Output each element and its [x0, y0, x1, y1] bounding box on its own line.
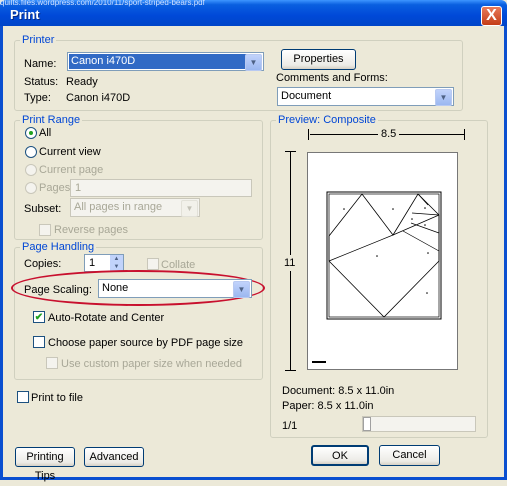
ok-button[interactable]: OK: [311, 445, 369, 466]
collate-label: Collate: [161, 259, 196, 271]
document-size-info: Document: 8.5 x 11.0in: [282, 385, 395, 397]
preview-legend: Preview: Composite: [276, 114, 378, 126]
window-title: Print: [10, 7, 40, 22]
reverse-pages-label: Reverse pages: [54, 224, 128, 236]
subset-label: Subset:: [24, 203, 62, 215]
choose-paper-label: Choose paper source by PDF page size: [48, 337, 244, 349]
pages-label: Pages: [39, 182, 71, 194]
chevron-down-icon[interactable]: ▼: [245, 54, 262, 71]
width-dimension-tick-left: [308, 129, 309, 140]
properties-button[interactable]: Properties: [281, 49, 356, 70]
advanced-button[interactable]: Advanced: [84, 447, 144, 467]
page-counter: 1/1: [282, 420, 298, 432]
current-page-label: Current page: [39, 164, 104, 176]
printing-tips-button[interactable]: Printing Tips: [15, 447, 75, 482]
type-value: Canon i470D: [66, 92, 131, 104]
pages-input[interactable]: 1: [70, 179, 252, 197]
auto-rotate-label: Auto-Rotate and Center: [48, 312, 165, 324]
pages-input-value: 1: [75, 182, 82, 194]
height-dimension-tick-top: [285, 151, 296, 152]
quilt-pattern-drawing: [312, 191, 442, 363]
chevron-down-icon[interactable]: ▼: [435, 89, 452, 106]
printer-name-value: Canon i470D: [71, 55, 136, 67]
custom-paper-label: Use custom paper size when needed: [61, 358, 242, 370]
page-slider-track[interactable]: [362, 416, 476, 432]
page-preview: [307, 152, 458, 370]
comments-forms-label: Comments and Forms:: [276, 72, 388, 84]
print-to-file-label: Print to file: [31, 392, 83, 404]
all-label: All: [39, 127, 52, 139]
subset-select[interactable]: All pages in range ▼: [70, 198, 200, 217]
custom-paper-checkbox[interactable]: [46, 357, 58, 369]
width-dimension-tick-right: [464, 129, 465, 140]
type-label: Type:: [24, 92, 51, 104]
collate-checkbox[interactable]: [147, 258, 159, 270]
current-page-radio[interactable]: [25, 164, 37, 176]
status-value: Ready: [66, 76, 98, 88]
page-handling-legend: Page Handling: [20, 241, 97, 253]
comments-forms-select[interactable]: Document ▼: [277, 87, 454, 106]
chevron-down-icon[interactable]: ▼: [181, 200, 198, 217]
pages-radio[interactable]: [25, 182, 37, 194]
reverse-pages-checkbox[interactable]: [39, 224, 51, 236]
print-to-file-checkbox[interactable]: [17, 391, 29, 403]
page-scaling-label: Page Scaling:: [24, 284, 92, 296]
chevron-down-icon[interactable]: ▼: [233, 281, 250, 298]
copies-value: 1: [89, 257, 96, 269]
page-slider-thumb[interactable]: [363, 417, 371, 431]
width-label: 8.5: [378, 128, 400, 140]
all-radio[interactable]: [25, 127, 37, 139]
page-scaling-value: None: [102, 282, 129, 294]
copies-label: Copies:: [24, 258, 62, 270]
printer-name-select[interactable]: Canon i470D ▼: [67, 52, 264, 71]
close-button[interactable]: X: [481, 6, 502, 26]
paper-size-info: Paper: 8.5 x 11.0in: [282, 400, 374, 412]
background-url-text: quilts.files.wordpress.com/2010/11/sport…: [0, 0, 205, 7]
printer-name-label: Name:: [24, 58, 57, 70]
spinner-up-icon[interactable]: ▲: [110, 255, 123, 263]
height-label: 11: [284, 255, 296, 271]
comments-forms-value: Document: [281, 90, 332, 102]
print-range-legend: Print Range: [20, 114, 83, 126]
auto-rotate-checkbox[interactable]: ✔: [33, 311, 45, 323]
height-dimension-tick-bottom: [285, 370, 296, 371]
choose-paper-checkbox[interactable]: [33, 336, 45, 348]
current-view-radio[interactable]: [25, 146, 37, 158]
page-scaling-select[interactable]: None ▼: [98, 279, 252, 298]
cancel-button[interactable]: Cancel: [379, 445, 440, 466]
printer-legend: Printer: [20, 34, 57, 46]
status-label: Status:: [24, 76, 59, 88]
current-view-label: Current view: [39, 146, 101, 158]
subset-value: All pages in range: [74, 201, 163, 213]
